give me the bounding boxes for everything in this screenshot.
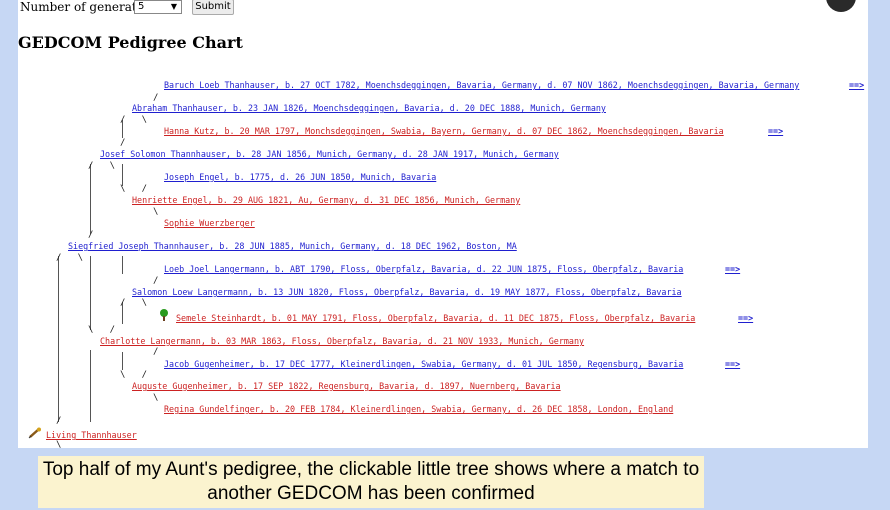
tree-slash: \ / — [120, 184, 148, 194]
person-joseph-engel[interactable]: Joseph Engel, b. 1775, d. 26 JUN 1850, M… — [164, 172, 436, 183]
person-living-thannhauser[interactable]: Living Thannhauser — [46, 430, 137, 441]
caption: Top half of my Aunt's pedigree, the clic… — [38, 456, 704, 508]
tree-slash: / \ — [120, 115, 148, 125]
tree-slash: / — [56, 416, 62, 426]
generations-value: 5 — [138, 1, 145, 12]
submit-button[interactable]: Submit — [192, 0, 234, 15]
person-henriette-engel[interactable]: Henriette Engel, b. 29 AUG 1821, Au, Ger… — [132, 195, 520, 206]
tree-slash: \ — [153, 207, 159, 217]
person-baruch-loeb-thanhauser[interactable]: Baruch Loeb Thanhauser, b. 27 OCT 1782, … — [164, 80, 799, 91]
person-auguste-gugenheimer[interactable]: Auguste Gugenheimer, b. 17 SEP 1822, Reg… — [132, 381, 561, 392]
person-semele-steinhardt[interactable]: Semele Steinhardt, b. 01 MAY 1791, Floss… — [176, 313, 695, 324]
person-abraham-thanhauser[interactable]: Abraham Thanhauser, b. 23 JAN 1826, Moen… — [132, 103, 606, 114]
pen-icon[interactable] — [28, 427, 42, 439]
tree-connector — [122, 352, 123, 370]
more-ancestors-link[interactable]: ==> — [849, 80, 864, 91]
person-sophie-wuerzberger[interactable]: Sophie Wuerzberger — [164, 218, 255, 229]
tree-slash: / — [88, 230, 94, 240]
tree-slash: \ / — [88, 325, 116, 335]
more-ancestors-link[interactable]: ==> — [768, 126, 783, 137]
tree-slash: / \ — [88, 161, 116, 171]
more-ancestors-link[interactable]: ==> — [725, 264, 740, 275]
tree-slash: / \ — [56, 253, 84, 263]
person-loeb-joel-langermann[interactable]: Loeb Joel Langermann, b. ABT 1790, Floss… — [164, 264, 683, 275]
tree-slash: / — [153, 347, 159, 357]
more-ancestors-link[interactable]: ==> — [725, 359, 740, 370]
person-josef-solomon-thannhauser[interactable]: Josef Solomon Thannhauser, b. 28 JAN 185… — [100, 149, 559, 160]
more-ancestors-link[interactable]: ==> — [738, 313, 753, 324]
tree-slash: / — [153, 276, 159, 286]
tree-connector — [122, 256, 123, 274]
tree-connector — [122, 164, 123, 186]
person-jacob-gugenheimer[interactable]: Jacob Gugenheimer, b. 17 DEC 1777, Klein… — [164, 359, 683, 370]
generations-select[interactable]: 5 ▼ — [134, 0, 182, 14]
tree-slash: \ — [153, 393, 159, 403]
page-title: GEDCOM Pedigree Chart — [18, 33, 243, 52]
tree-slash: / — [120, 138, 126, 148]
tree-connector — [90, 350, 91, 422]
match-tree-icon[interactable] — [159, 309, 169, 321]
tree-slash: \ — [56, 440, 62, 450]
person-siegfried-joseph-thannhauser[interactable]: Siegfried Joseph Thannhauser, b. 28 JUN … — [68, 241, 517, 252]
tree-connector — [58, 256, 59, 422]
person-regina-gundelfinger[interactable]: Regina Gundelfinger, b. 20 FEB 1784, Kle… — [164, 404, 673, 415]
tree-slash: \ / — [120, 370, 148, 380]
tree-connector — [90, 164, 91, 234]
tree-slash: / — [153, 93, 159, 103]
chevron-down-icon: ▼ — [170, 2, 177, 11]
person-charlotte-langermann[interactable]: Charlotte Langermann, b. 03 MAR 1863, Fl… — [100, 336, 584, 347]
tree-slash: / \ — [120, 298, 148, 308]
tree-connector — [90, 256, 91, 330]
person-hanna-kutz[interactable]: Hanna Kutz, b. 20 MAR 1797, Monchsdeggin… — [164, 126, 724, 137]
person-salomon-loew-langermann[interactable]: Salomon Loew Langermann, b. 13 JUN 1820,… — [132, 287, 682, 298]
